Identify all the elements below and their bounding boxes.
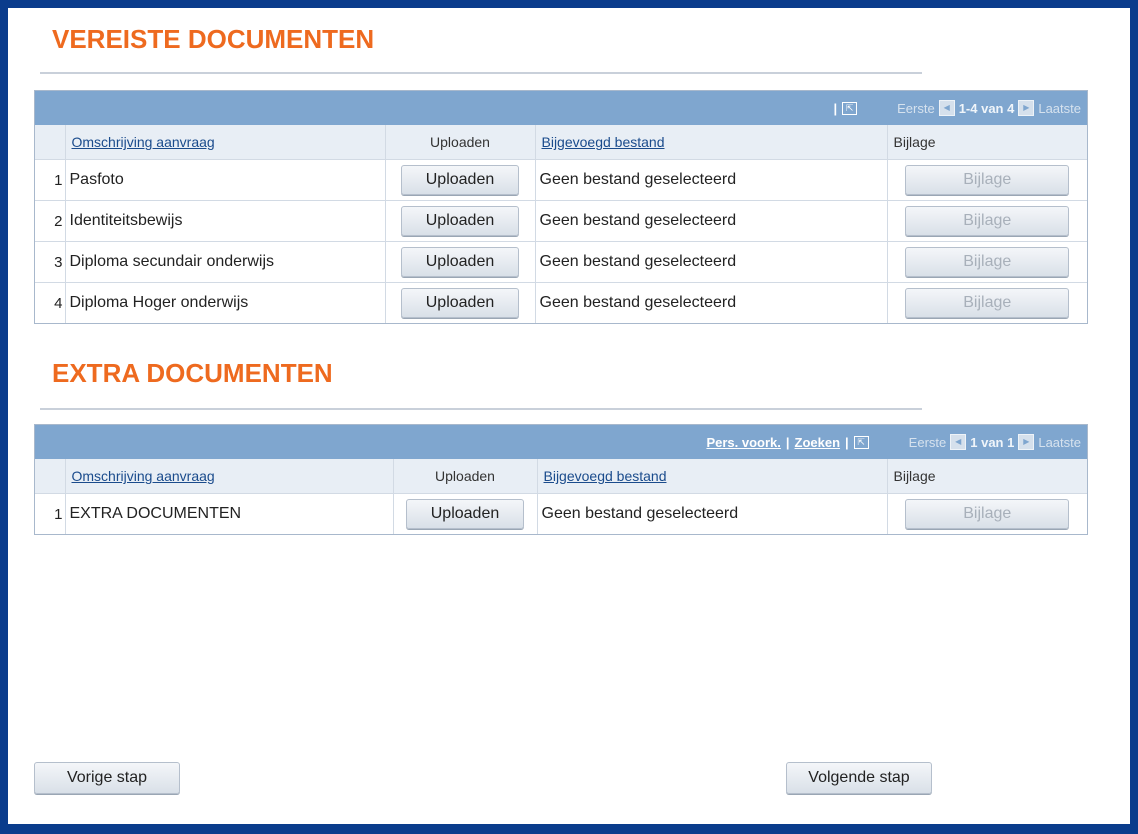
- upload-button[interactable]: Uploaden: [401, 206, 519, 236]
- upload-button[interactable]: Uploaden: [401, 165, 519, 195]
- document-description: Identiteitsbewijs: [64, 200, 385, 242]
- extra-grid-toolbar: Pers. voork. | Zoeken | ⇱ Eerste ◀ 1 van…: [35, 425, 1087, 459]
- extra-documents-table: Omschrijving aanvraag Uploaden Bijgevoeg…: [35, 459, 1087, 534]
- row-number: 2: [35, 200, 65, 242]
- attachment-button[interactable]: Bijlage: [905, 499, 1070, 529]
- upload-button[interactable]: Uploaden: [406, 499, 524, 529]
- row-number: 1: [35, 493, 65, 534]
- row-range: 1 van 1: [970, 434, 1015, 450]
- attachment-button[interactable]: Bijlage: [905, 247, 1070, 277]
- table-row: 1 EXTRA DOCUMENTEN Uploaden Geen bestand…: [35, 493, 1087, 534]
- row-number: 4: [35, 282, 65, 323]
- document-description: Diploma secundair onderwijs: [64, 241, 385, 283]
- row-number: 1: [35, 159, 65, 201]
- previous-page-icon[interactable]: ◀: [938, 100, 955, 116]
- required-documents-title: VEREISTE DOCUMENTEN: [52, 24, 375, 54]
- row-number: 3: [35, 241, 65, 283]
- extra-grid-pagination: Eerste ◀ 1 van 1 ▶ Laatste: [909, 434, 1081, 450]
- table-header-row: Omschrijving aanvraag Uploaden Bijgevoeg…: [35, 459, 1087, 494]
- attached-file-status: Geen bestand geselecteerd: [536, 493, 887, 534]
- row-range: 1-4 van 4: [958, 100, 1015, 116]
- row-number-header: [35, 125, 65, 160]
- column-header-attachment: Bijlage: [886, 459, 1087, 494]
- table-row: 3 Diploma secundair onderwijs Uploaden G…: [35, 241, 1087, 283]
- attachment-button[interactable]: Bijlage: [905, 165, 1070, 195]
- table-row: 2 Identiteitsbewijs Uploaden Geen bestan…: [35, 200, 1087, 242]
- attachment-button[interactable]: Bijlage: [905, 206, 1070, 236]
- toolbar-separator: |: [833, 100, 838, 116]
- personalize-link[interactable]: Pers. voork.: [706, 435, 780, 450]
- upload-button[interactable]: Uploaden: [401, 247, 519, 277]
- last-page-link[interactable]: Laatste: [1038, 435, 1081, 450]
- required-documents-table: Omschrijving aanvraag Uploaden Bijgevoeg…: [35, 125, 1087, 323]
- upload-button[interactable]: Uploaden: [401, 288, 519, 318]
- attachment-button[interactable]: Bijlage: [905, 288, 1070, 318]
- table-row: 1 Pasfoto Uploaden Geen bestand geselect…: [35, 159, 1087, 201]
- required-grid-toolbar: | ⇱ Eerste ◀ 1-4 van 4 ▶ Laatste: [35, 91, 1087, 125]
- next-page-icon[interactable]: ▶: [1018, 100, 1035, 116]
- column-header-description[interactable]: Omschrijving aanvraag: [64, 125, 385, 160]
- first-page-link[interactable]: Eerste: [897, 101, 935, 116]
- table-header-row: Omschrijving aanvraag Uploaden Bijgevoeg…: [35, 125, 1087, 160]
- row-number-header: [35, 459, 65, 494]
- document-description: Pasfoto: [64, 159, 385, 201]
- required-title-divider: [40, 72, 922, 74]
- search-link[interactable]: Zoeken: [795, 435, 841, 450]
- last-page-link[interactable]: Laatste: [1038, 101, 1081, 116]
- next-step-button[interactable]: Volgende stap: [786, 762, 932, 794]
- new-window-icon[interactable]: ⇱: [853, 435, 869, 449]
- extra-documents-title: EXTRA DOCUMENTEN: [52, 358, 333, 388]
- column-header-upload: Uploaden: [384, 125, 535, 160]
- extra-documents-grid: Pers. voork. | Zoeken | ⇱ Eerste ◀ 1 van…: [34, 424, 1088, 535]
- previous-step-button[interactable]: Vorige stap: [34, 762, 180, 794]
- previous-page-icon[interactable]: ◀: [950, 434, 967, 450]
- document-description: Diploma Hoger onderwijs: [64, 282, 385, 323]
- required-grid-pagination: Eerste ◀ 1-4 van 4 ▶ Laatste: [897, 100, 1081, 116]
- table-row: 4 Diploma Hoger onderwijs Uploaden Geen …: [35, 282, 1087, 323]
- next-page-icon[interactable]: ▶: [1018, 434, 1035, 450]
- page-frame: VEREISTE DOCUMENTEN | ⇱ Eerste ◀ 1-4 van…: [8, 8, 1130, 824]
- required-documents-grid: | ⇱ Eerste ◀ 1-4 van 4 ▶ Laatste Omschri…: [34, 90, 1088, 324]
- column-header-attached-file[interactable]: Bijgevoegd bestand: [536, 459, 887, 494]
- toolbar-separator: |: [845, 434, 849, 450]
- new-window-icon[interactable]: ⇱: [842, 101, 858, 115]
- document-description: EXTRA DOCUMENTEN: [64, 493, 393, 534]
- first-page-link[interactable]: Eerste: [909, 435, 947, 450]
- extra-title-divider: [40, 408, 922, 410]
- attached-file-status: Geen bestand geselecteerd: [534, 200, 887, 242]
- column-header-description[interactable]: Omschrijving aanvraag: [64, 459, 393, 494]
- column-header-upload: Uploaden: [392, 459, 537, 494]
- toolbar-separator: |: [785, 434, 790, 450]
- column-header-attachment: Bijlage: [886, 125, 1087, 160]
- attached-file-status: Geen bestand geselecteerd: [534, 282, 887, 323]
- column-header-attached-file[interactable]: Bijgevoegd bestand: [534, 125, 887, 160]
- attached-file-status: Geen bestand geselecteerd: [534, 241, 887, 283]
- attached-file-status: Geen bestand geselecteerd: [534, 159, 887, 201]
